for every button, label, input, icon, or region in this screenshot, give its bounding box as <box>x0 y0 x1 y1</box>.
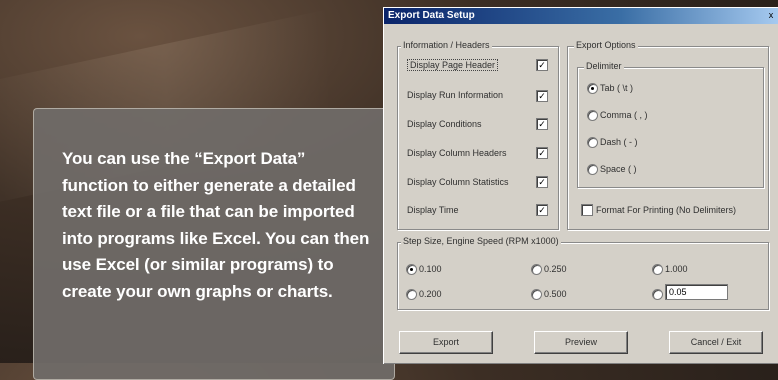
step-custom-radio[interactable] <box>652 289 663 300</box>
delimiter-dash-label[interactable]: Dash ( - ) <box>600 137 638 147</box>
display-conditions-label[interactable]: Display Conditions <box>407 119 482 129</box>
step-size-label: Step Size, Engine Speed (RPM x1000) <box>401 236 561 246</box>
display-time-checkbox[interactable]: ✓ <box>536 204 548 216</box>
export-options-label: Export Options <box>574 40 638 50</box>
display-page-header-label[interactable]: Display Page Header <box>407 59 499 71</box>
delimiter-comma-radio[interactable] <box>587 110 598 121</box>
step-0500-radio[interactable] <box>531 289 542 300</box>
step-1000-label[interactable]: 1.000 <box>665 264 688 274</box>
step-0100-label[interactable]: 0.100 <box>419 264 442 274</box>
delimiter-dash-radio[interactable] <box>587 137 598 148</box>
callout-text: You can use the “Export Data” function t… <box>62 149 370 301</box>
display-time-label[interactable]: Display Time <box>407 205 459 215</box>
information-headers-label: Information / Headers <box>401 40 492 50</box>
format-for-printing-checkbox[interactable] <box>581 204 593 216</box>
export-button[interactable]: Export <box>399 331 493 354</box>
step-0200-radio[interactable] <box>406 289 417 300</box>
step-0500-label[interactable]: 0.500 <box>544 289 567 299</box>
cancel-exit-button[interactable]: Cancel / Exit <box>669 331 763 354</box>
display-column-headers-checkbox[interactable]: ✓ <box>536 147 548 159</box>
delimiter-space-radio[interactable] <box>587 164 598 175</box>
dialog-titlebar[interactable]: Export Data Setup x <box>384 8 778 24</box>
display-page-header-checkbox[interactable]: ✓ <box>536 59 548 71</box>
close-icon[interactable]: x <box>765 10 777 21</box>
delimiter-label: Delimiter <box>584 61 624 71</box>
delimiter-comma-label[interactable]: Comma ( , ) <box>600 110 648 120</box>
step-0200-label[interactable]: 0.200 <box>419 289 442 299</box>
step-custom-input[interactable]: 0.05 <box>665 284 728 300</box>
delimiter-tab-radio[interactable] <box>587 83 598 94</box>
step-1000-radio[interactable] <box>652 264 663 275</box>
preview-button[interactable]: Preview <box>534 331 628 354</box>
export-data-setup-dialog: Export Data Setup x Information / Header… <box>383 7 778 364</box>
information-headers-group <box>397 46 559 230</box>
display-run-information-checkbox[interactable]: ✓ <box>536 90 548 102</box>
step-0250-label[interactable]: 0.250 <box>544 264 567 274</box>
delimiter-space-label[interactable]: Space ( ) <box>600 164 637 174</box>
delimiter-tab-label[interactable]: Tab ( \t ) <box>600 83 633 93</box>
display-column-statistics-checkbox[interactable]: ✓ <box>536 176 548 188</box>
dialog-title: Export Data Setup <box>388 10 475 21</box>
step-0250-radio[interactable] <box>531 264 542 275</box>
display-column-headers-label[interactable]: Display Column Headers <box>407 148 507 158</box>
format-for-printing-label[interactable]: Format For Printing (No Delimiters) <box>596 205 736 215</box>
display-column-statistics-label[interactable]: Display Column Statistics <box>407 177 509 187</box>
step-0100-radio[interactable] <box>406 264 417 275</box>
display-conditions-checkbox[interactable]: ✓ <box>536 118 548 130</box>
display-run-information-label[interactable]: Display Run Information <box>407 90 503 100</box>
